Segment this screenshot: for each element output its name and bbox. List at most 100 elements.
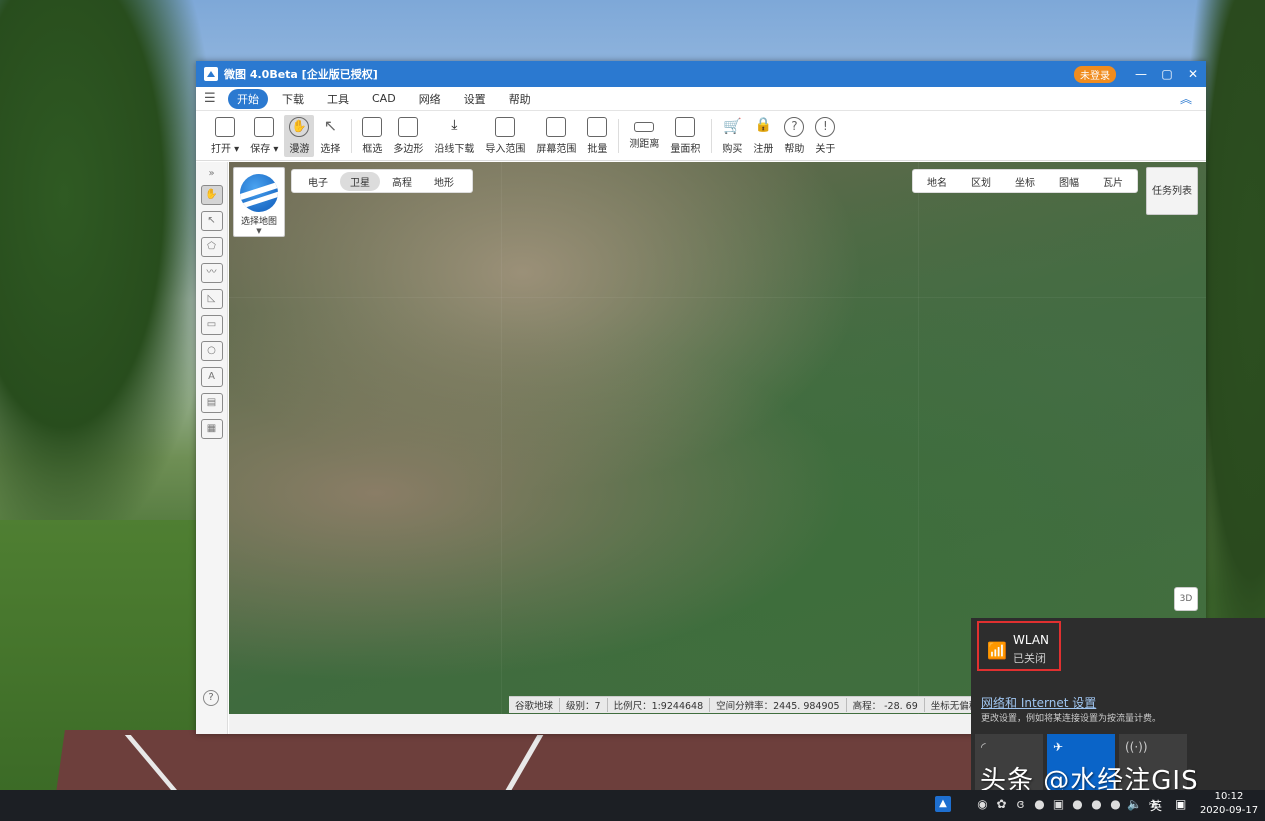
minimize-button[interactable]: — bbox=[1128, 67, 1154, 81]
hand-tool-icon[interactable]: ✋ bbox=[200, 185, 223, 205]
wifi-icon: 📶 bbox=[987, 641, 1007, 660]
open-button[interactable]: 打开 ▾ bbox=[206, 115, 244, 157]
status-scale: 比例尺：1:9244648 bbox=[608, 698, 711, 712]
import-range-button[interactable]: 导入范围 bbox=[480, 115, 530, 157]
app-logo-icon bbox=[204, 67, 218, 81]
polygon-icon bbox=[398, 116, 419, 137]
layer-tile[interactable]: 瓦片 bbox=[1091, 172, 1135, 191]
menu-settings[interactable]: 设置 bbox=[455, 89, 495, 109]
clock-date: 2020-09-17 bbox=[1199, 805, 1259, 816]
hamburger-menu-icon[interactable]: ☰ bbox=[204, 91, 218, 106]
register-button[interactable]: 🔒 注册 bbox=[748, 115, 778, 157]
wlan-status-highlight[interactable]: 📶 WLAN 已关闭 bbox=[977, 621, 1061, 671]
ribbon-separator bbox=[618, 118, 620, 153]
collapse-ribbon-icon[interactable]: ︽ bbox=[1180, 90, 1192, 107]
layer-district[interactable]: 区划 bbox=[959, 172, 1003, 191]
ime-mode-icon[interactable]: ▣ bbox=[1175, 797, 1186, 811]
map-type-elevation[interactable]: 高程 bbox=[382, 172, 422, 191]
measure-area-button[interactable]: 量面积 bbox=[665, 115, 705, 157]
menu-network[interactable]: 网络 bbox=[410, 89, 450, 109]
pan-button[interactable]: ✋ 漫游 bbox=[284, 114, 315, 157]
status-elevation: 高程： -28. 69 bbox=[847, 698, 925, 712]
buy-button[interactable]: 🛒 购买 bbox=[717, 115, 747, 157]
tray-app-icon[interactable]: ◉ bbox=[975, 797, 990, 812]
tray-app-icon[interactable]: ● bbox=[1070, 797, 1085, 812]
task-list-button[interactable]: 任务列表 bbox=[1146, 167, 1198, 215]
circle-tool-icon[interactable]: ○ bbox=[200, 341, 223, 361]
taskbar-clock[interactable]: 10:12 2020-09-17 bbox=[1196, 790, 1262, 818]
text-tool-icon[interactable]: A bbox=[200, 367, 223, 387]
screen-range-button[interactable]: 屏幕范围 bbox=[531, 115, 581, 157]
menu-cad[interactable]: CAD bbox=[363, 90, 405, 107]
layer-placename[interactable]: 地名 bbox=[915, 172, 959, 191]
lock-icon: 🔒 bbox=[754, 116, 773, 133]
title-bar: 微图 4.0Beta [企业版已授权] 未登录 — ▢ ✕ bbox=[196, 61, 1206, 87]
select-button[interactable]: ↖ 选择 bbox=[315, 115, 345, 157]
tray-app-icon[interactable]: ▣ bbox=[1051, 797, 1066, 812]
help-button[interactable]: ? 帮助 bbox=[779, 115, 809, 157]
cursor-icon: ↖ bbox=[323, 115, 338, 135]
batch-button[interactable]: 批量 bbox=[582, 115, 612, 157]
left-toolbar: » ✋ ↖ ⬠ 〰 ◺ ▭ ○ A ▤ ▦ ? bbox=[196, 162, 228, 734]
maximize-button[interactable]: ▢ bbox=[1154, 67, 1180, 81]
map-type-terrain[interactable]: 地形 bbox=[424, 172, 464, 191]
airplane-icon: ✈ bbox=[1053, 740, 1064, 754]
ime-indicator[interactable]: 英 bbox=[1150, 797, 1162, 814]
about-button[interactable]: ! 关于 bbox=[810, 115, 840, 157]
help-icon[interactable]: ? bbox=[203, 690, 219, 706]
tray-chat-icon[interactable]: ● bbox=[1032, 797, 1047, 812]
box-select-button[interactable]: 框选 bbox=[357, 115, 387, 157]
select-map-button[interactable]: 选择地图 ▼ bbox=[233, 167, 285, 237]
line-download-button[interactable]: ⤓ 沿线下载 bbox=[429, 115, 479, 157]
wallpaper-road bbox=[55, 730, 1065, 790]
line-download-icon: ⤓ bbox=[451, 116, 458, 133]
ribbon-separator bbox=[351, 118, 353, 153]
wlan-title: WLAN bbox=[1013, 633, 1050, 647]
tile-border bbox=[918, 162, 919, 714]
tile-border bbox=[229, 297, 1206, 298]
menu-tools[interactable]: 工具 bbox=[318, 89, 358, 109]
ruler-icon bbox=[634, 121, 655, 132]
network-settings-link[interactable]: 网络和 Internet 设置 bbox=[981, 694, 1096, 711]
polygon-tool-icon[interactable]: ⬠ bbox=[200, 237, 223, 257]
area-measure-tool-icon[interactable]: ▦ bbox=[200, 419, 223, 439]
taskbar-app-icon[interactable]: ▲ bbox=[935, 796, 951, 812]
map-type-satellite[interactable]: 卫星 bbox=[340, 171, 380, 191]
save-icon bbox=[254, 116, 275, 137]
tray-weibo-icon[interactable]: ɞ bbox=[1013, 797, 1028, 812]
ruler-tool-icon[interactable]: ▤ bbox=[200, 393, 223, 413]
tray-app-icon[interactable]: ● bbox=[1108, 797, 1123, 812]
menu-start[interactable]: 开始 bbox=[228, 88, 268, 109]
select-tool-icon[interactable]: ↖ bbox=[200, 211, 223, 231]
box-download-icon bbox=[362, 116, 383, 137]
batch-icon bbox=[587, 116, 608, 137]
tray-app-icon[interactable]: ✿ bbox=[994, 797, 1009, 812]
tile-border bbox=[501, 162, 502, 714]
tray-app-icon[interactable]: ● bbox=[1089, 797, 1104, 812]
area-tool-icon[interactable]: ◺ bbox=[200, 289, 223, 309]
login-badge[interactable]: 未登录 bbox=[1074, 65, 1116, 83]
save-button[interactable]: 保存 ▾ bbox=[245, 115, 283, 157]
menu-help[interactable]: 帮助 bbox=[500, 89, 540, 109]
status-resolution: 空间分辨率：2445. 984905 bbox=[710, 698, 847, 712]
status-source: 谷歌地球 bbox=[509, 698, 561, 712]
system-tray: ◉ ✿ ɞ ● ▣ ● ● ● 🔈 ✈ bbox=[975, 797, 1161, 812]
question-icon: ? bbox=[784, 116, 805, 137]
3d-toggle-button[interactable]: 3D bbox=[1174, 587, 1198, 611]
close-button[interactable]: ✕ bbox=[1180, 67, 1206, 81]
network-settings-description: 更改设置，例如将某连接设置为按流量计费。 bbox=[981, 714, 1162, 724]
dropdown-arrow-icon: ▼ bbox=[256, 227, 262, 235]
layer-sheet[interactable]: 图幅 bbox=[1047, 172, 1091, 191]
measure-distance-button[interactable]: 测距离 bbox=[624, 115, 664, 157]
polygon-button[interactable]: 多边形 bbox=[388, 115, 428, 157]
map-type-electronic[interactable]: 电子 bbox=[298, 172, 338, 191]
rectangle-tool-icon[interactable]: ▭ bbox=[200, 315, 223, 335]
menu-download[interactable]: 下载 bbox=[273, 89, 313, 109]
expand-toolbar-icon[interactable]: » bbox=[196, 168, 227, 179]
area-icon bbox=[675, 116, 696, 137]
volume-icon[interactable]: 🔈 bbox=[1127, 797, 1142, 812]
cart-icon: 🛒 bbox=[723, 116, 742, 135]
line-tool-icon[interactable]: 〰 bbox=[200, 263, 223, 283]
layer-coordinate[interactable]: 坐标 bbox=[1003, 172, 1047, 191]
import-icon bbox=[495, 116, 516, 137]
